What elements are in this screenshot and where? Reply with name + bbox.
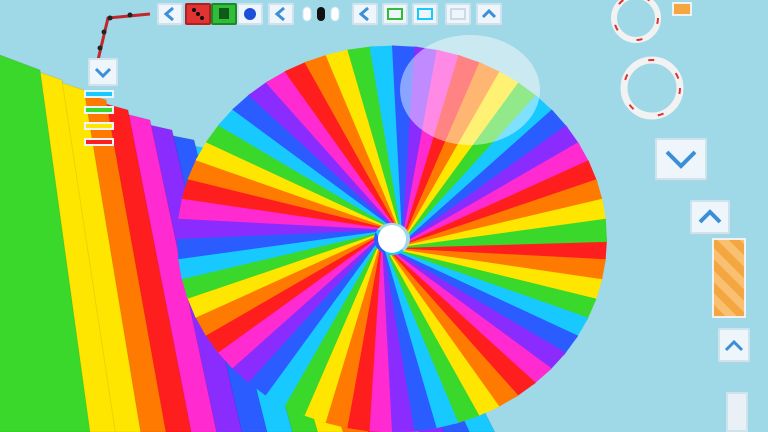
- square-outline-icon: [387, 8, 403, 20]
- green-cube-tile: [211, 3, 237, 25]
- chevron-down-tile-right: [655, 138, 707, 180]
- blue-circle-tile: [237, 3, 263, 25]
- green-step-left: [84, 106, 114, 114]
- chevron-up-tile-top: [476, 3, 502, 25]
- chevron-up-icon: [481, 8, 497, 19]
- orange-block-top-right: [672, 2, 692, 16]
- green-cube-icon: [219, 8, 229, 19]
- chevron-down-icon: [94, 67, 112, 79]
- dice-tile: [185, 3, 211, 25]
- square-outline-icon: [450, 8, 466, 20]
- chevron-down-tile-left: [88, 58, 118, 86]
- chevron-down-icon: [665, 150, 697, 169]
- capsule-icon: [302, 6, 340, 22]
- cyan-step-left: [84, 90, 114, 98]
- chevron-left-icon: [358, 6, 369, 22]
- chevron-left-icon: [274, 6, 285, 22]
- green-outline-tile: [382, 3, 408, 25]
- orange-platform-right: [712, 238, 746, 318]
- yellow-step-left: [84, 122, 114, 130]
- blue-circle-icon: [244, 8, 256, 20]
- chevron-up-tile-right-2: [718, 328, 750, 362]
- chevron-left-tile-3: [352, 3, 378, 25]
- dice-icon: [192, 8, 204, 20]
- square-outline-icon: [417, 8, 433, 20]
- chevron-left-tile: [157, 3, 183, 25]
- chevron-up-tile-right: [690, 200, 730, 234]
- white-pillar-bottom-right: [726, 392, 748, 432]
- chevron-up-icon: [698, 209, 722, 224]
- chevron-up-icon: [724, 339, 744, 352]
- capsule-row: [300, 2, 346, 26]
- chevron-left-tile-2: [268, 3, 294, 25]
- red-step-left: [84, 138, 114, 146]
- white-outline-tile: [445, 3, 471, 25]
- light-glare: [400, 35, 540, 145]
- spiral-core-hole: [378, 225, 406, 253]
- chevron-left-icon: [163, 6, 174, 22]
- game-viewport: [0, 0, 768, 432]
- cyan-outline-tile: [412, 3, 438, 25]
